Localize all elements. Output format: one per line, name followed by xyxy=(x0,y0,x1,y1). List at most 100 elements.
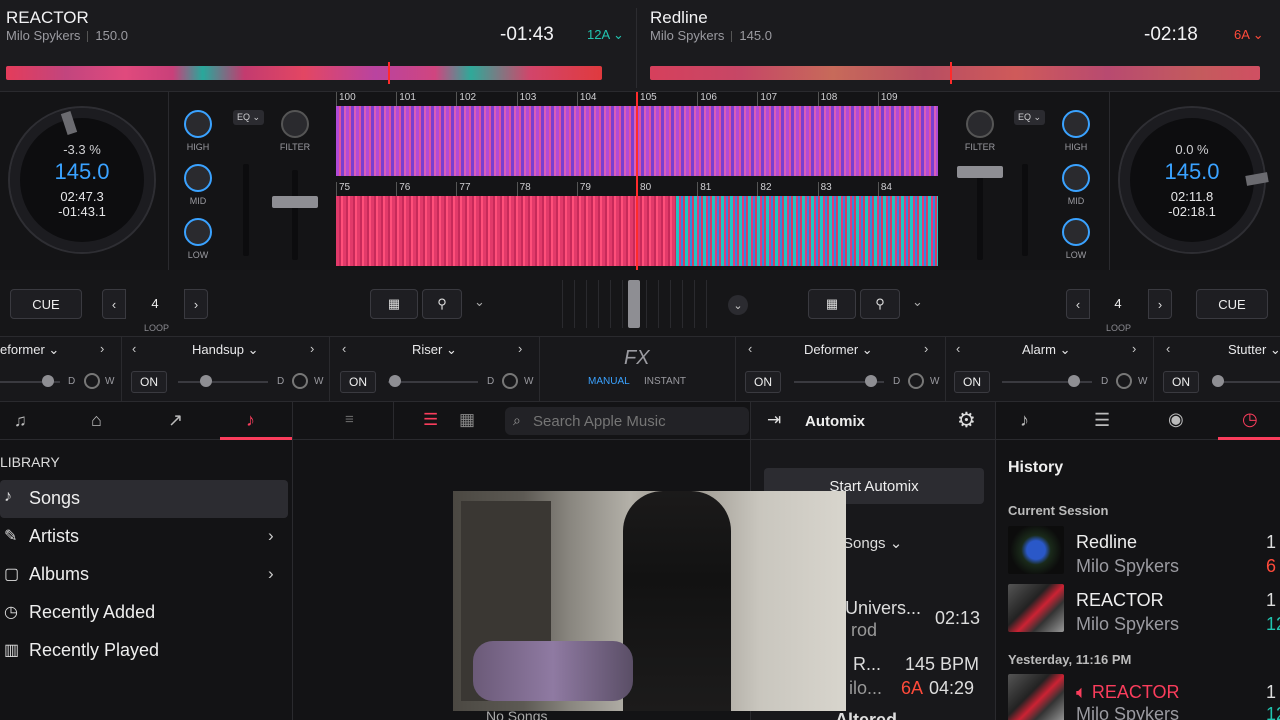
trending-icon[interactable]: ↗ xyxy=(168,410,183,431)
eq-mid-knob-left[interactable] xyxy=(184,164,212,192)
fx-name-left-2[interactable]: Handsup ⌄ xyxy=(192,342,259,358)
crossfader-handle[interactable] xyxy=(628,280,640,328)
chevron-down-icon[interactable]: ⌄ xyxy=(912,294,923,310)
channel-fader-left[interactable] xyxy=(292,170,298,260)
eq-high-knob-left[interactable] xyxy=(184,110,212,138)
eq-button-right[interactable]: EQ ⌄ xyxy=(1014,110,1046,125)
tools-button-left[interactable]: ⚲ xyxy=(422,289,462,319)
grid-view-icon[interactable]: ▦ xyxy=(459,410,475,430)
deck-right-jog-wheel[interactable]: 0.0 % 145.0 02:11.8 -02:18.1 xyxy=(1118,106,1269,254)
fx-slider-left-2[interactable] xyxy=(200,375,212,387)
cue-button-left[interactable]: CUE xyxy=(10,289,82,319)
fx-prev-left-3[interactable]: ‹ xyxy=(342,341,346,356)
deck-left-jog-wheel[interactable]: -3.3 % 145.0 02:47.3 -01:43.1 xyxy=(8,106,156,254)
fx-next-left-2[interactable]: › xyxy=(310,341,314,356)
deck-right-overview-waveform[interactable] xyxy=(650,66,1260,80)
library-item-recently-played[interactable]: ▥ Recently Played xyxy=(0,632,288,670)
loop-increase-left[interactable]: › xyxy=(184,289,208,319)
cue-button-right[interactable]: CUE xyxy=(1196,289,1268,319)
fx-slider-right-1[interactable] xyxy=(865,375,877,387)
home-icon[interactable]: ⌂ xyxy=(91,410,102,431)
fx-name-right-2[interactable]: Alarm ⌄ xyxy=(1022,342,1070,358)
fx-prev-right-3[interactable]: ‹ xyxy=(1166,341,1170,356)
eq-high-knob-right[interactable] xyxy=(1062,110,1090,138)
fx-on-button-left-3[interactable]: ON xyxy=(340,371,376,393)
eq-button-left[interactable]: EQ ⌄ xyxy=(233,110,265,125)
fx-drywet-knob-right-1[interactable] xyxy=(908,373,924,389)
loop-length-right[interactable]: 4 xyxy=(1093,296,1143,311)
history-icon[interactable]: ◷ xyxy=(1242,409,1258,430)
crossfader-options-icon[interactable]: ⌄ xyxy=(728,295,748,315)
history-item-3-title[interactable]: 🔈︎ REACTOR xyxy=(1076,682,1180,703)
fx-name-left-3[interactable]: Riser ⌄ xyxy=(412,342,457,358)
fx-slider-left-1[interactable] xyxy=(42,375,54,387)
library-item-songs[interactable]: ♪ Songs xyxy=(0,480,288,518)
fx-drywet-knob-right-2[interactable] xyxy=(1116,373,1132,389)
search-box[interactable]: ⌕ xyxy=(505,407,749,435)
music-note-icon[interactable]: ♪ xyxy=(1020,410,1029,431)
fx-slider-right-3[interactable] xyxy=(1212,375,1224,387)
channel-fader-right[interactable] xyxy=(977,170,983,260)
channel-fader-cap-left[interactable] xyxy=(272,196,318,208)
filter-knob-right[interactable] xyxy=(966,110,994,138)
fx-next-left-1[interactable]: › xyxy=(100,341,104,356)
fx-prev-right-1[interactable]: ‹ xyxy=(748,341,752,356)
fx-drywet-knob-left-1[interactable] xyxy=(84,373,100,389)
beat-number: 79 xyxy=(576,182,637,196)
fx-next-right-1[interactable]: › xyxy=(924,341,928,356)
fx-drywet-knob-left-3[interactable] xyxy=(502,373,518,389)
chevron-down-icon[interactable]: ⌄ xyxy=(474,294,485,310)
automix-row-3-title[interactable]: Altered xyxy=(835,710,897,720)
filter-knob-left[interactable] xyxy=(281,110,309,138)
channel-fader-cap-right[interactable] xyxy=(957,166,1003,178)
list-icon[interactable]: ☰ xyxy=(1094,410,1110,431)
apple-music-icon[interactable]: ♪ xyxy=(246,410,255,431)
fx-drywet-knob-left-2[interactable] xyxy=(292,373,308,389)
deck-left-overview-waveform[interactable] xyxy=(6,66,602,80)
fx-instant-mode[interactable]: INSTANT xyxy=(644,376,686,387)
fx-next-left-3[interactable]: › xyxy=(518,341,522,356)
fx-slider-right-2[interactable] xyxy=(1068,375,1080,387)
fx-name-left-1[interactable]: eformer ⌄ xyxy=(0,342,59,358)
automix-row-2-key: 6A xyxy=(901,678,924,698)
playlist-icon[interactable]: ♫ xyxy=(14,411,27,431)
gear-icon[interactable]: ⚙ xyxy=(957,408,976,433)
fx-name-right-1[interactable]: Deformer ⌄ xyxy=(804,342,873,358)
loop-decrease-right[interactable]: ‹ xyxy=(1066,289,1090,319)
fx-slider-left-3[interactable] xyxy=(389,375,401,387)
library-item-recently-added[interactable]: ◷ Recently Added xyxy=(0,594,288,632)
loop-increase-right[interactable]: › xyxy=(1148,289,1172,319)
fx-on-button-right-3[interactable]: ON xyxy=(1163,371,1199,393)
pads-button-left[interactable]: ▦ xyxy=(370,289,418,319)
pads-button-right[interactable]: ▦ xyxy=(808,289,856,319)
fx-prev-left-2[interactable]: ‹ xyxy=(132,341,136,356)
history-item-1-title[interactable]: Redline xyxy=(1076,532,1137,553)
fx-next-right-2[interactable]: › xyxy=(1132,341,1136,356)
automix-source-select[interactable]: Songs ⌄ xyxy=(843,534,902,552)
tools-button-right[interactable]: ⚲ xyxy=(860,289,900,319)
history-title: History xyxy=(1008,459,1064,476)
fx-on-button-right-2[interactable]: ON xyxy=(954,371,990,393)
list-view-icon[interactable]: ☰ xyxy=(423,410,438,430)
deck-left-key[interactable]: 12A ⌄ xyxy=(587,27,624,43)
eq-low-knob-right[interactable] xyxy=(1062,218,1090,246)
history-item-2-title[interactable]: REACTOR xyxy=(1076,590,1164,611)
fx-prev-right-2[interactable]: ‹ xyxy=(956,341,960,356)
library-item-artists[interactable]: ✎ Artists › xyxy=(0,518,288,556)
eq-low-knob-left[interactable] xyxy=(184,218,212,246)
automix-row-2-title[interactable]: R... xyxy=(853,654,881,675)
sampler-icon[interactable]: ◉ xyxy=(1168,409,1184,430)
fx-name-right-3[interactable]: Stutter ⌄ xyxy=(1228,342,1280,358)
automix-row-1-title[interactable]: Univers... xyxy=(845,598,921,619)
eq-mid-knob-right[interactable] xyxy=(1062,164,1090,192)
loop-length-left[interactable]: 4 xyxy=(130,296,180,311)
fx-on-button-left-2[interactable]: ON xyxy=(131,371,167,393)
deck-right-key[interactable]: 6A ⌄ xyxy=(1234,27,1264,43)
fx-slot-left-3: ‹ Riser ⌄ › ON D W xyxy=(330,337,540,403)
search-input[interactable] xyxy=(533,411,743,431)
loop-decrease-left[interactable]: ‹ xyxy=(102,289,126,319)
filter-icon[interactable]: ≡ xyxy=(345,411,354,428)
fx-manual-mode[interactable]: MANUAL xyxy=(588,376,630,387)
library-item-albums[interactable]: ▢ Albums › xyxy=(0,556,288,594)
fx-on-button-right-1[interactable]: ON xyxy=(745,371,781,393)
